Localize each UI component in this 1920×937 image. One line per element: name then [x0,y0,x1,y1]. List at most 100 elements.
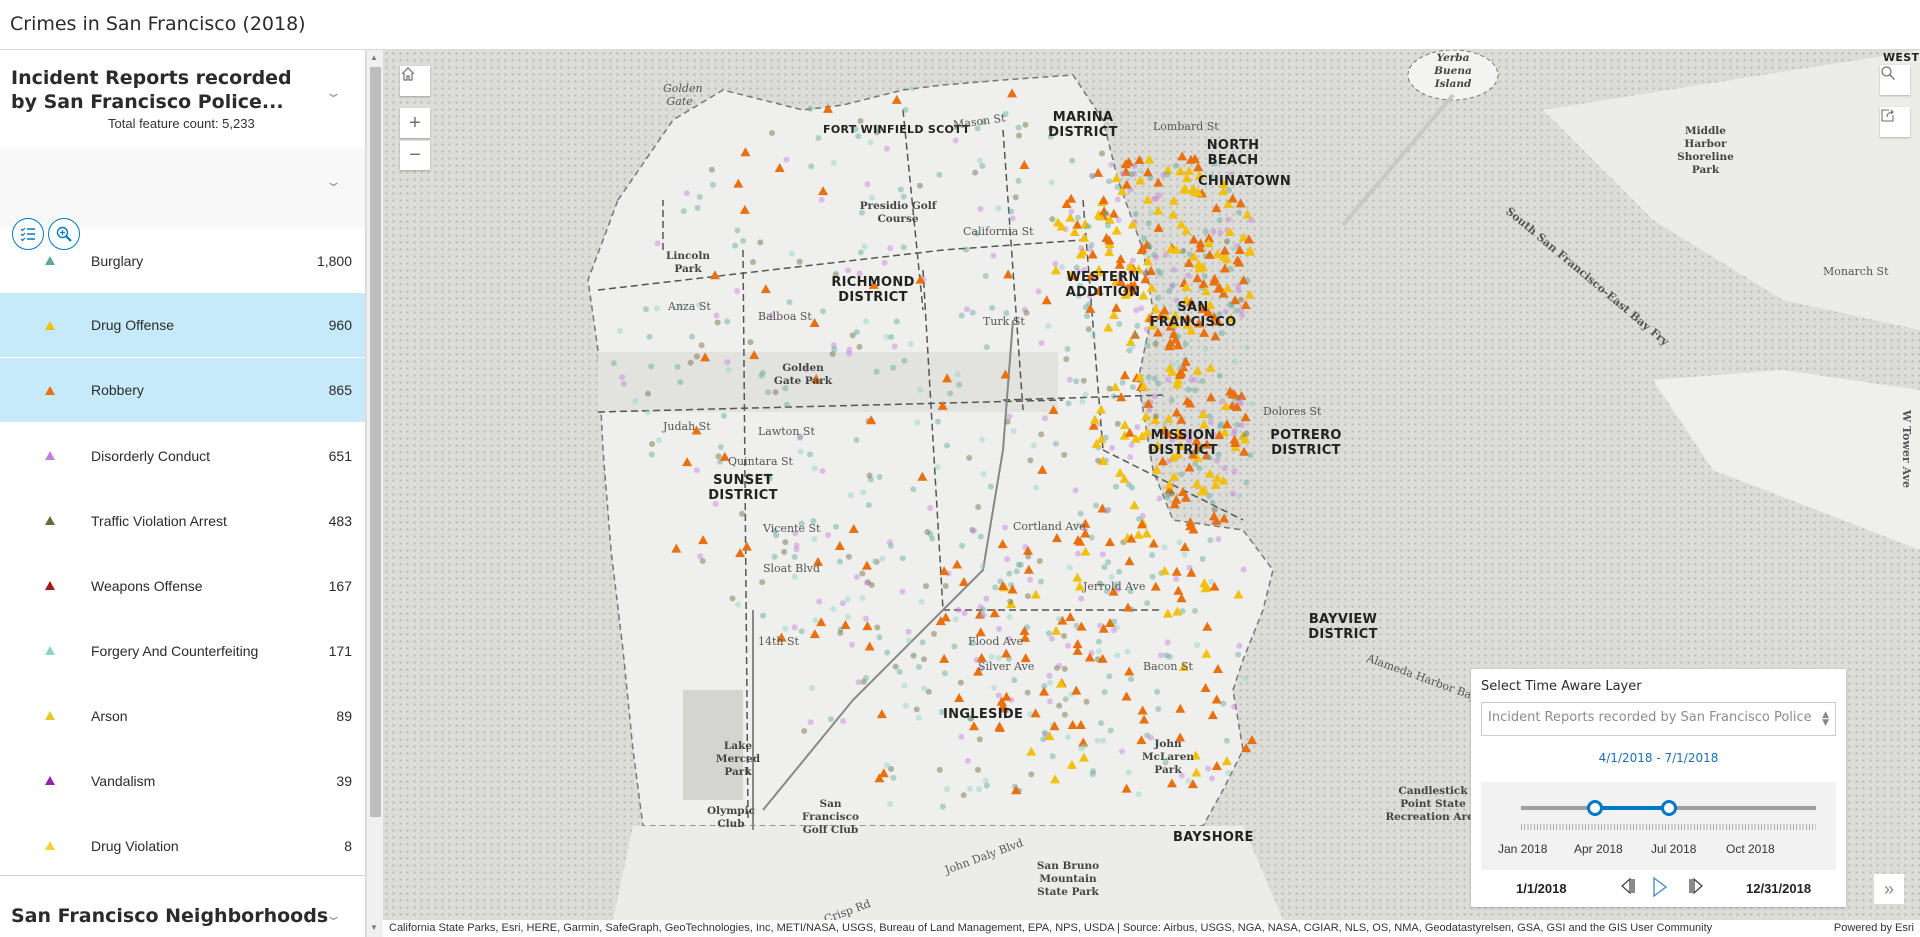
incident-point[interactable] [1205,362,1216,372]
incident-point[interactable] [1148,538,1159,548]
incident-point[interactable] [694,204,701,211]
incident-point[interactable] [1191,478,1202,488]
incident-point[interactable] [710,181,717,188]
incident-point[interactable] [1015,132,1022,139]
incident-point[interactable] [1129,500,1140,510]
incident-point[interactable] [820,308,827,315]
zoom-in-button[interactable]: + [400,108,430,138]
incident-point[interactable] [1233,589,1244,599]
incident-point[interactable] [1247,452,1254,459]
incident-point[interactable] [1115,217,1122,224]
incident-point[interactable] [724,359,731,366]
incident-point[interactable] [1119,379,1126,386]
incident-point[interactable] [873,368,880,375]
incident-point[interactable] [1038,340,1045,347]
incident-point[interactable] [1038,431,1045,438]
incident-point[interactable] [1209,499,1216,506]
incident-point[interactable] [884,649,891,656]
incident-point[interactable] [1098,150,1105,157]
incident-point[interactable] [1155,380,1162,387]
incident-point[interactable] [966,454,973,461]
incident-point[interactable] [831,346,838,353]
incident-point[interactable] [724,318,731,325]
incident-point[interactable] [883,145,890,152]
incident-point[interactable] [786,299,793,306]
incident-point[interactable] [1177,363,1184,370]
incident-point[interactable] [1215,536,1222,543]
incident-point[interactable] [990,684,997,691]
incident-point[interactable] [1227,193,1238,203]
incident-point[interactable] [961,610,968,617]
incident-point[interactable] [1107,727,1114,734]
incident-point[interactable] [1135,791,1142,798]
incident-point[interactable] [1171,266,1178,273]
incident-point[interactable] [671,543,682,553]
incident-point[interactable] [1243,430,1250,437]
incident-point[interactable] [808,163,815,170]
incident-point[interactable] [1006,570,1013,577]
incident-point[interactable] [1165,457,1172,464]
incident-point[interactable] [1216,372,1223,379]
incident-point[interactable] [1202,621,1213,631]
incident-point[interactable] [1099,551,1106,558]
incident-point[interactable] [1095,638,1102,645]
incident-point[interactable] [1114,420,1121,427]
incident-point[interactable] [1205,392,1216,402]
incident-point[interactable] [1010,428,1017,435]
incident-point[interactable] [1128,676,1135,683]
incident-point[interactable] [1124,648,1131,655]
incident-point[interactable] [1088,534,1095,541]
incident-point[interactable] [1201,273,1208,280]
incident-point[interactable] [983,595,990,602]
incident-point[interactable] [856,343,863,350]
incident-point[interactable] [901,357,908,364]
incident-point[interactable] [1153,254,1160,261]
incident-point[interactable] [1114,652,1121,659]
incident-point[interactable] [1200,683,1211,693]
incident-point[interactable] [1241,743,1252,753]
incident-point[interactable] [1051,533,1062,543]
incident-point[interactable] [735,601,742,608]
incident-point[interactable] [1171,407,1182,417]
incident-point[interactable] [1082,391,1089,398]
incident-point[interactable] [693,353,700,360]
incident-point[interactable] [861,560,872,570]
incident-point[interactable] [976,157,983,164]
incident-point[interactable] [1147,175,1154,182]
search-button[interactable] [1880,65,1910,95]
incident-point[interactable] [1141,235,1148,242]
incident-point[interactable] [1199,378,1206,385]
incident-point[interactable] [1104,537,1115,547]
incident-point[interactable] [979,436,986,443]
incident-point[interactable] [957,679,964,686]
incident-point[interactable] [1181,551,1188,558]
sidebar-scrollbar[interactable]: ▲ ▼ [366,50,383,937]
incident-point[interactable] [1094,656,1101,663]
incident-point[interactable] [861,243,868,250]
incident-point[interactable] [1207,710,1218,720]
incident-point[interactable] [1067,719,1078,729]
incident-point[interactable] [1206,413,1213,420]
home-button[interactable] [400,66,430,96]
incident-point[interactable] [996,625,1003,632]
incident-point[interactable] [900,193,907,200]
incident-point[interactable] [617,327,624,334]
incident-point[interactable] [855,679,862,686]
incident-point[interactable] [1007,598,1014,605]
incident-point[interactable] [1219,245,1230,255]
incident-point[interactable] [975,504,982,511]
incident-point[interactable] [848,524,859,534]
incident-point[interactable] [1139,714,1150,724]
incident-point[interactable] [952,616,959,623]
incident-point[interactable] [917,386,924,393]
incident-point[interactable] [1249,400,1256,407]
incident-point[interactable] [874,624,881,631]
incident-point[interactable] [893,318,900,325]
incident-point[interactable] [865,502,872,509]
incident-point[interactable] [1145,374,1152,381]
previous-button[interactable] [1619,876,1637,902]
incident-point[interactable] [825,531,832,538]
incident-point[interactable] [1036,557,1043,564]
incident-point[interactable] [1013,568,1020,575]
incident-point[interactable] [697,553,704,560]
